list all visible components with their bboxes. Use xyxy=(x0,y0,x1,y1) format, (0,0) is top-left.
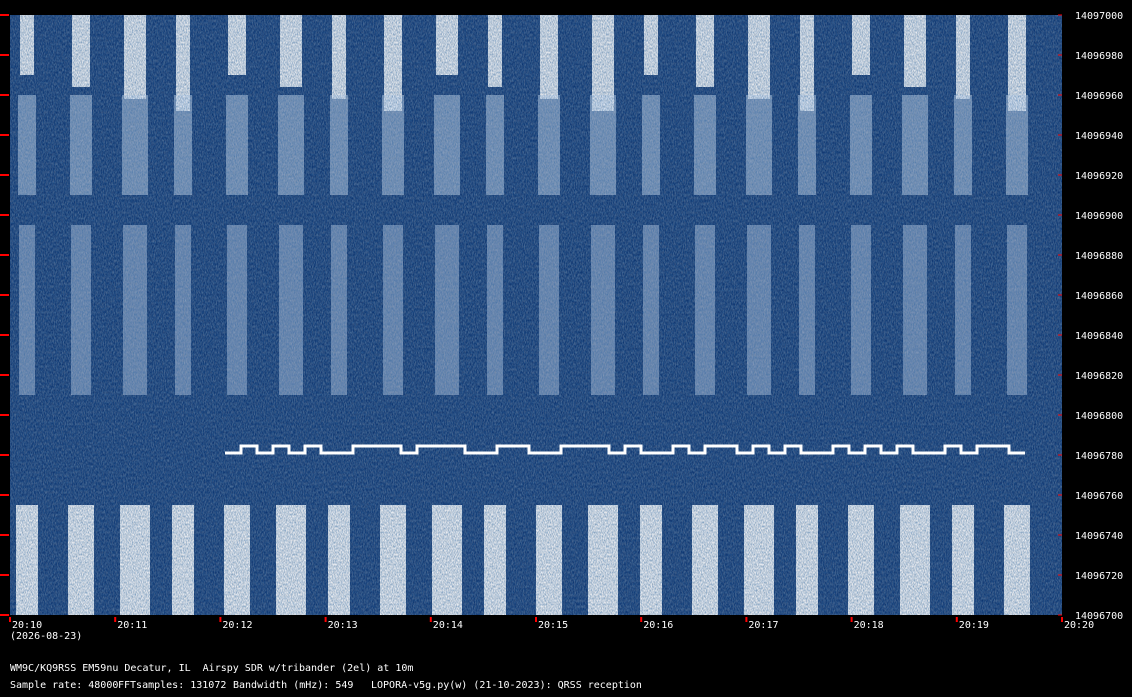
freq-tick-label: 14096900 xyxy=(1075,211,1123,222)
freq-tick-label: 14096760 xyxy=(1075,491,1123,502)
sample-rate: Sample rate: 48000 xyxy=(10,680,119,691)
time-tick-label: 20:11 xyxy=(117,620,147,631)
freq-tick-label: 14096800 xyxy=(1075,411,1123,422)
bandwidth: Bandwidth (mHz): 549 xyxy=(233,680,354,691)
freq-tick-label: 14096780 xyxy=(1075,451,1123,462)
time-tick-label: 20:14 xyxy=(433,620,463,631)
software-info: LOPORA-v5g.py(w) (21-10-2023): QRSS rece… xyxy=(371,680,642,691)
time-tick-label: 20:10 xyxy=(12,620,42,631)
time-tick-label: 20:16 xyxy=(643,620,673,631)
waterfall-area xyxy=(10,15,1062,615)
freq-tick-label: 14096920 xyxy=(1075,171,1123,182)
time-tick-label: 20:18 xyxy=(854,620,884,631)
time-tick-label: 20:17 xyxy=(748,620,778,631)
freq-tick-label: 14096980 xyxy=(1075,51,1123,62)
freq-tick-label: 14097000 xyxy=(1075,11,1123,22)
time-tick-label: 20:13 xyxy=(328,620,358,631)
fft-samples: FFTsamples: 131072 xyxy=(118,680,227,691)
waterfall-display: 14097000 14096980 14096960 14096940 14096920… xyxy=(0,0,1132,697)
time-tick-label: 20:12 xyxy=(222,620,252,631)
freq-tick-label: 14096840 xyxy=(1075,331,1123,342)
freq-tick-label: 14096960 xyxy=(1075,91,1123,102)
time-tick-label: 20:19 xyxy=(959,620,989,631)
freq-tick-label: 14096740 xyxy=(1075,531,1123,542)
freq-tick-label: 14096860 xyxy=(1075,291,1123,302)
freq-tick-label: 14096880 xyxy=(1075,251,1123,262)
date-label: (2026-08-23) xyxy=(10,631,83,642)
time-tick-label: 20:15 xyxy=(538,620,568,631)
freq-tick-label: 14096820 xyxy=(1075,371,1123,382)
freq-tick-label: 14096940 xyxy=(1075,131,1123,142)
station-info: WM9C/KQ9RSS EM59nu Decatur, IL Airspy SD… xyxy=(10,663,414,674)
freq-tick-label: 14096720 xyxy=(1075,571,1123,582)
time-tick-label: 20:20 xyxy=(1064,620,1094,631)
